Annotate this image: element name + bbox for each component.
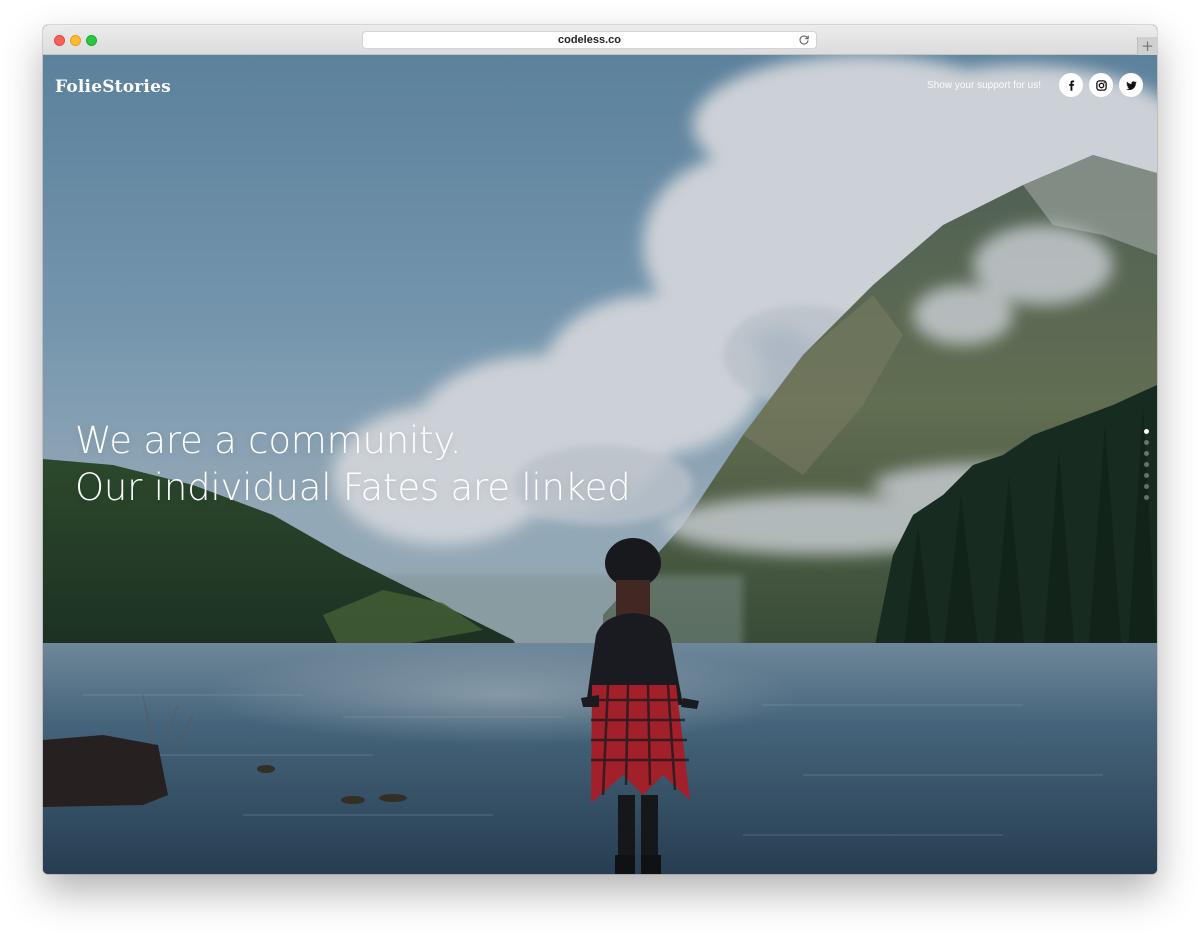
twitter-icon bbox=[1125, 80, 1137, 90]
new-tab-button[interactable]: + bbox=[1137, 37, 1157, 55]
slide-dot-2[interactable] bbox=[1144, 440, 1149, 445]
facebook-button[interactable] bbox=[1059, 73, 1083, 97]
slide-dot-5[interactable] bbox=[1144, 473, 1149, 478]
reload-icon[interactable] bbox=[798, 34, 810, 46]
browser-titlebar: codeless.co + bbox=[43, 25, 1157, 55]
hero-line-1: We are a community. bbox=[75, 419, 462, 462]
slide-dot-3[interactable] bbox=[1144, 451, 1149, 456]
slide-dot-7[interactable] bbox=[1144, 495, 1149, 500]
twitter-button[interactable] bbox=[1119, 73, 1143, 97]
slide-pagination bbox=[1144, 429, 1149, 500]
browser-window: codeless.co + FolieStories Show your sup… bbox=[43, 25, 1157, 874]
hero-headline: We are a community. Our individual Fates… bbox=[75, 417, 631, 511]
slide-dot-6[interactable] bbox=[1144, 484, 1149, 489]
slide-dot-1[interactable] bbox=[1144, 429, 1149, 434]
slide-dot-4[interactable] bbox=[1144, 462, 1149, 467]
support-text: Show your support for us! bbox=[927, 80, 1041, 91]
close-window-button[interactable] bbox=[54, 35, 65, 46]
address-url: codeless.co bbox=[558, 34, 621, 46]
facebook-icon bbox=[1068, 79, 1074, 91]
address-bar[interactable]: codeless.co bbox=[362, 31, 817, 49]
minimize-window-button[interactable] bbox=[70, 35, 81, 46]
page-viewport: FolieStories Show your support for us! W… bbox=[43, 55, 1157, 874]
hero-line-2: Our individual Fates are linked bbox=[75, 466, 631, 509]
site-logo[interactable]: FolieStories bbox=[55, 77, 171, 97]
instagram-icon bbox=[1095, 79, 1107, 91]
instagram-button[interactable] bbox=[1089, 73, 1113, 97]
maximize-window-button[interactable] bbox=[86, 35, 97, 46]
